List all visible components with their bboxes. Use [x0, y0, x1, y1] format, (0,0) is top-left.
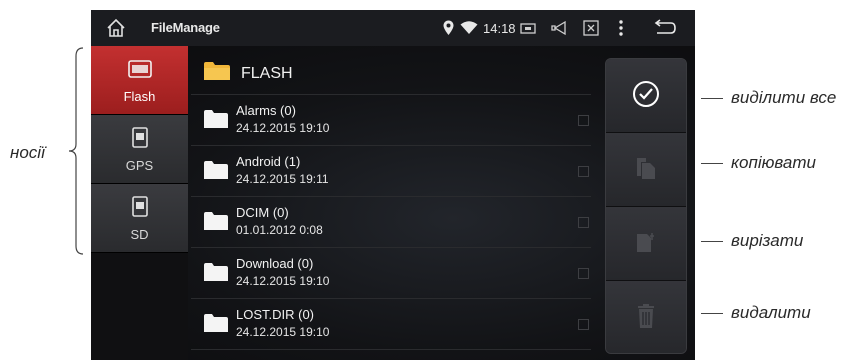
status-bar: FileManage 14:18 [91, 10, 695, 46]
status-time: 14:18 [483, 21, 516, 36]
home-icon[interactable] [105, 17, 127, 39]
select-checkbox[interactable] [578, 268, 589, 279]
select-checkbox[interactable] [578, 319, 589, 330]
sd-card-icon [132, 127, 148, 148]
volume-icon[interactable] [549, 19, 569, 37]
action-panel [605, 58, 687, 354]
annotation-media-label: носії [10, 143, 45, 162]
callout-line [701, 313, 723, 314]
current-folder-title: FLASH [241, 65, 293, 82]
copy-icon [637, 158, 655, 179]
folder-name: Android (1) [236, 154, 301, 169]
file-list: FLASH Alarms (0) 24.12.2015 19:10 Androi… [191, 46, 591, 360]
callout-line [701, 98, 723, 99]
list-item[interactable]: Android (1) 24.12.2015 19:11 [191, 146, 591, 197]
folder-date: 01.01.2012 0:08 [236, 223, 323, 237]
media-label-sd: SD [130, 227, 149, 242]
menu-icon[interactable] [611, 19, 631, 37]
sd-card-icon [132, 196, 148, 217]
wifi-icon [460, 21, 478, 34]
media-sidebar: Flash GPS SD [91, 46, 188, 360]
cut-icon [637, 233, 654, 252]
list-item[interactable]: Alarms (0) 24.12.2015 19:10 [191, 95, 591, 146]
select-checkbox[interactable] [578, 166, 589, 177]
cut-button[interactable] [606, 207, 686, 281]
folder-date: 24.12.2015 19:10 [236, 121, 330, 135]
annotation-delete: видалити [731, 303, 811, 322]
folder-icon [204, 263, 228, 281]
copy-button[interactable] [606, 133, 686, 207]
trash-icon [638, 304, 654, 328]
list-item[interactable]: Download (0) 24.12.2015 19:10 [191, 248, 591, 299]
media-button-flash[interactable]: Flash [91, 46, 188, 115]
folder-open-icon [204, 62, 230, 80]
screenshot-icon[interactable] [518, 19, 538, 37]
folder-name: Alarms (0) [236, 103, 296, 118]
brace-icon [68, 47, 84, 255]
media-button-gps[interactable]: GPS [91, 115, 188, 184]
select-all-icon [633, 81, 659, 107]
app-title: FileManage [151, 20, 220, 35]
annotation-select-all: виділити все [731, 88, 837, 107]
folder-date: 24.12.2015 19:11 [236, 172, 329, 186]
annotation-copy: копіювати [731, 153, 816, 172]
head-unit-screen: FileManage 14:18 Flash GPS SD FLASH Alar… [91, 10, 695, 360]
folder-icon [204, 314, 228, 332]
main-area: Flash GPS SD FLASH Alarms (0) 24.12.2015… [91, 46, 695, 360]
current-folder-header: FLASH [191, 46, 591, 95]
media-label-gps: GPS [125, 158, 154, 173]
close-window-icon[interactable] [581, 19, 601, 37]
list-item[interactable]: LOST.DIR (0) 24.12.2015 19:10 [191, 299, 591, 350]
select-checkbox[interactable] [578, 115, 589, 126]
callout-line [701, 241, 723, 242]
location-icon [443, 20, 454, 35]
select-all-button[interactable] [606, 59, 686, 133]
media-button-sd[interactable]: SD [91, 184, 188, 253]
usb-flash-icon [128, 60, 152, 78]
folder-icon [204, 110, 228, 128]
media-label-flash: Flash [123, 89, 156, 104]
folder-name: Download (0) [236, 256, 314, 271]
delete-button[interactable] [606, 281, 686, 353]
folder-name: DCIM (0) [236, 205, 289, 220]
folder-date: 24.12.2015 19:10 [236, 325, 330, 339]
folder-icon [204, 161, 228, 179]
annotation-cut: вирізати [731, 231, 804, 250]
callout-line [701, 163, 723, 164]
list-item[interactable]: DCIM (0) 01.01.2012 0:08 [191, 197, 591, 248]
folder-date: 24.12.2015 19:10 [236, 274, 330, 288]
back-icon[interactable] [653, 19, 677, 37]
folder-icon [204, 212, 228, 230]
folder-name: LOST.DIR (0) [236, 307, 315, 322]
select-checkbox[interactable] [578, 217, 589, 228]
